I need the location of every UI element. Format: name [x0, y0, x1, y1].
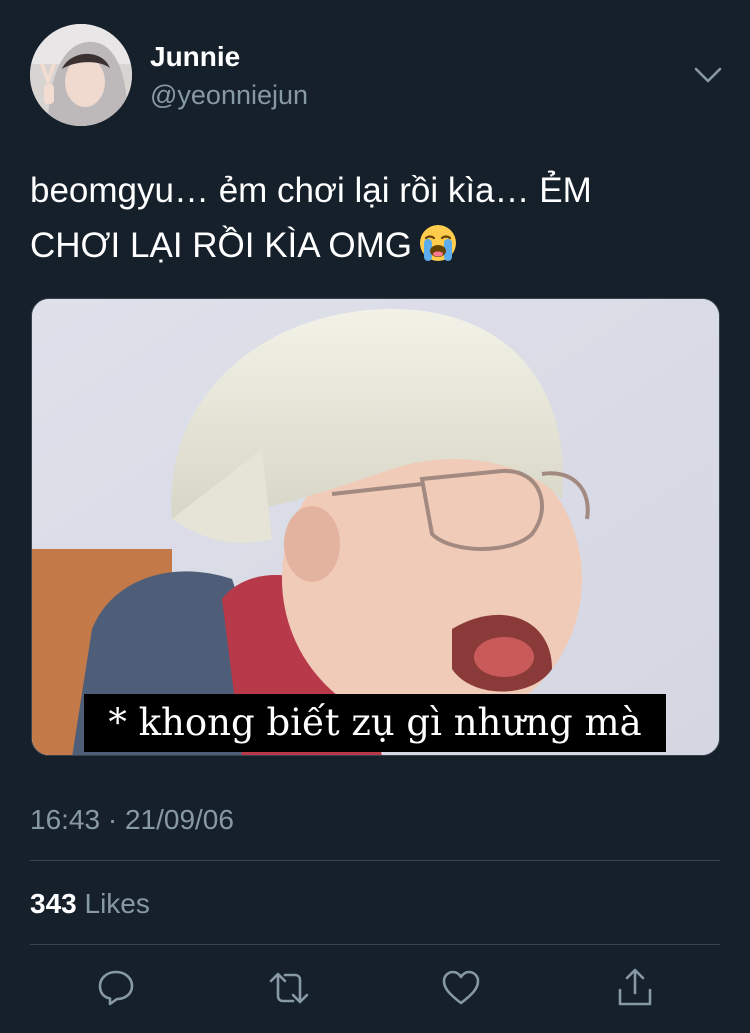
- tweet-media-image[interactable]: * khong biết zụ gì nhưng mà: [31, 298, 720, 756]
- divider: [30, 944, 720, 945]
- chevron-down-icon[interactable]: [690, 60, 726, 90]
- tweet-detail: Junnie @yeonniejun beomgyu… ẻm chơi lại …: [0, 0, 750, 1033]
- loudly-crying-face-icon: [420, 225, 457, 261]
- likes-stat[interactable]: 343 Likes: [30, 886, 150, 922]
- display-name[interactable]: Junnie: [150, 40, 240, 74]
- media-caption: * khong biết zụ gì nhưng mà: [84, 694, 666, 752]
- user-handle[interactable]: @yeonniejun: [150, 78, 308, 112]
- tweet-actions-bar: [0, 960, 750, 1020]
- tweet-timestamp[interactable]: 16:43 · 21/09/06: [30, 802, 234, 838]
- likes-label: Likes: [84, 888, 150, 919]
- likes-count: 343: [30, 888, 77, 919]
- tweet-text-line-2: CHƠI LẠI RỒI KÌA OMG: [30, 226, 413, 265]
- tweet-text-line-1: beomgyu… ẻm chơi lại rồi kìa… ẺM: [30, 171, 592, 210]
- avatar[interactable]: [30, 24, 132, 126]
- media-photo: [32, 299, 719, 755]
- heart-icon[interactable]: [439, 966, 483, 1010]
- tweet-text-line-2-container: CHƠI LẠI RỒI KÌA OMG: [30, 218, 720, 273]
- tweet-text: beomgyu… ẻm chơi lại rồi kìa… ẺM CHƠI LẠ…: [30, 163, 720, 273]
- divider: [30, 860, 720, 861]
- reply-icon[interactable]: [94, 966, 138, 1010]
- retweet-icon[interactable]: [267, 966, 311, 1010]
- share-icon[interactable]: [613, 966, 657, 1010]
- avatar-photo: [30, 24, 132, 126]
